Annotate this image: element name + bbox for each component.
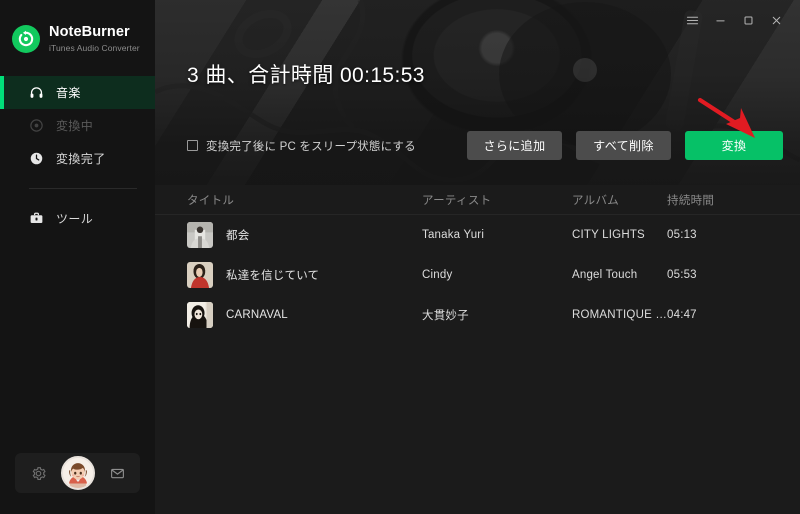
cover-city-lights-art — [187, 222, 213, 248]
cell-artist: 大貫妙子 — [422, 310, 469, 322]
settings-button[interactable] — [29, 464, 47, 482]
column-header-title: タイトル — [187, 194, 235, 207]
sidebar-bottom-bar — [15, 453, 140, 493]
avatar-illustration — [62, 458, 93, 488]
cell-title-wrap: 私達を信じていて — [187, 262, 422, 288]
sidebar-nav: 音楽 変換中 変換完了 ツール — [0, 76, 155, 235]
cell-artist: Cindy — [422, 269, 453, 281]
sidebar-item-label: 変換完了 — [56, 152, 106, 166]
toolbox-icon — [29, 211, 44, 226]
cell-duration: 05:13 — [667, 229, 697, 241]
cell-title: CARNAVAL — [226, 309, 288, 321]
mail-button[interactable] — [108, 464, 126, 482]
sidebar-item-converting[interactable]: 変換中 — [0, 109, 155, 142]
add-more-button[interactable]: さらに追加 — [467, 131, 562, 160]
table-header-row: タイトル アーティスト アルバム 持続時間 — [155, 185, 800, 215]
headphones-icon — [29, 85, 44, 100]
menu-button[interactable] — [678, 9, 706, 31]
cover-angel-touch-art — [187, 262, 213, 288]
sidebar-divider — [29, 188, 137, 189]
checkbox-box-icon — [187, 140, 198, 151]
gear-icon — [32, 466, 46, 480]
cell-title: 都会 — [226, 230, 250, 242]
hero-action-row: 変換完了後に PC をスリープ状態にする さらに追加 すべて削除 変換 — [187, 131, 783, 160]
minimize-icon — [715, 19, 725, 21]
sidebar-item-music[interactable]: 音楽 — [0, 76, 155, 109]
cell-title-wrap: CARNAVAL — [187, 302, 422, 328]
cell-title-wrap: 都会 — [187, 222, 422, 248]
album-cover-thumbnail — [187, 302, 213, 328]
cell-artist: Tanaka Yuri — [422, 229, 485, 241]
cell-title: 私達を信じていて — [226, 270, 320, 282]
clock-icon — [29, 151, 44, 166]
window-controls — [678, 9, 790, 31]
table-row[interactable]: 都会 Tanaka Yuri CITY LIGHTS 05:13 — [155, 215, 800, 255]
close-icon — [772, 16, 780, 24]
brand-subtitle: iTunes Audio Converter — [49, 42, 140, 53]
table-row[interactable]: 私達を信じていて Cindy Angel Touch 05:53 — [155, 255, 800, 295]
main-panel: 3 曲、合計時間 00:15:53 変換完了後に PC をスリープ状態にする さ… — [155, 0, 800, 514]
cell-duration: 04:47 — [667, 309, 697, 321]
noteburner-logo-icon — [12, 25, 40, 53]
sidebar-item-tools[interactable]: ツール — [0, 202, 155, 235]
brand-name: NoteBurner — [49, 23, 130, 40]
delete-all-button[interactable]: すべて削除 — [576, 131, 671, 160]
refresh-spiral-icon — [18, 30, 34, 47]
album-cover-thumbnail — [187, 262, 213, 288]
table-row[interactable]: CARNAVAL 大貫妙子 ROMANTIQUE (M... 04:47 — [155, 295, 800, 335]
sidebar-item-converted[interactable]: 変換完了 — [0, 142, 155, 175]
noteburner-window: NoteBurner iTunes Audio Converter 音楽 変換中… — [0, 0, 800, 514]
cell-album: ROMANTIQUE (M... — [572, 309, 667, 321]
user-avatar[interactable] — [60, 456, 95, 490]
cover-romantique-art — [187, 302, 213, 328]
brand: NoteBurner iTunes Audio Converter — [0, 0, 155, 62]
column-header-duration: 持続時間 — [667, 194, 715, 207]
converting-circle-icon — [29, 118, 44, 133]
page-title: 3 曲、合計時間 00:15:53 — [187, 64, 425, 87]
sleep-after-convert-label: 変換完了後に PC をスリープ状態にする — [206, 140, 416, 153]
brand-text: NoteBurner iTunes Audio Converter — [49, 24, 140, 55]
sidebar-item-label: ツール — [56, 212, 94, 226]
envelope-icon — [110, 468, 124, 478]
maximize-button[interactable] — [734, 9, 762, 31]
sleep-after-convert-checkbox[interactable]: 変換完了後に PC をスリープ状態にする — [187, 138, 416, 154]
close-button[interactable] — [762, 9, 790, 31]
hero-buttons: さらに追加 すべて削除 変換 — [467, 131, 783, 160]
album-cover-thumbnail — [187, 222, 213, 248]
hero-header: 3 曲、合計時間 00:15:53 変換完了後に PC をスリープ状態にする さ… — [155, 0, 800, 185]
menu-icon — [686, 16, 698, 24]
minimize-button[interactable] — [706, 9, 734, 31]
maximize-icon — [744, 16, 752, 24]
cell-duration: 05:53 — [667, 269, 697, 281]
cell-album: CITY LIGHTS — [572, 229, 645, 241]
sidebar-item-label: 変換中 — [56, 119, 94, 133]
cell-album: Angel Touch — [572, 269, 638, 281]
column-header-album: アルバム — [572, 194, 620, 207]
sidebar: NoteBurner iTunes Audio Converter 音楽 変換中… — [0, 0, 155, 514]
convert-button[interactable]: 変換 — [685, 131, 783, 160]
track-table: タイトル アーティスト アルバム 持続時間 都会 Tanaka Yuri CIT… — [155, 185, 800, 514]
sidebar-item-label: 音楽 — [56, 86, 81, 100]
column-header-artist: アーティスト — [422, 194, 492, 207]
